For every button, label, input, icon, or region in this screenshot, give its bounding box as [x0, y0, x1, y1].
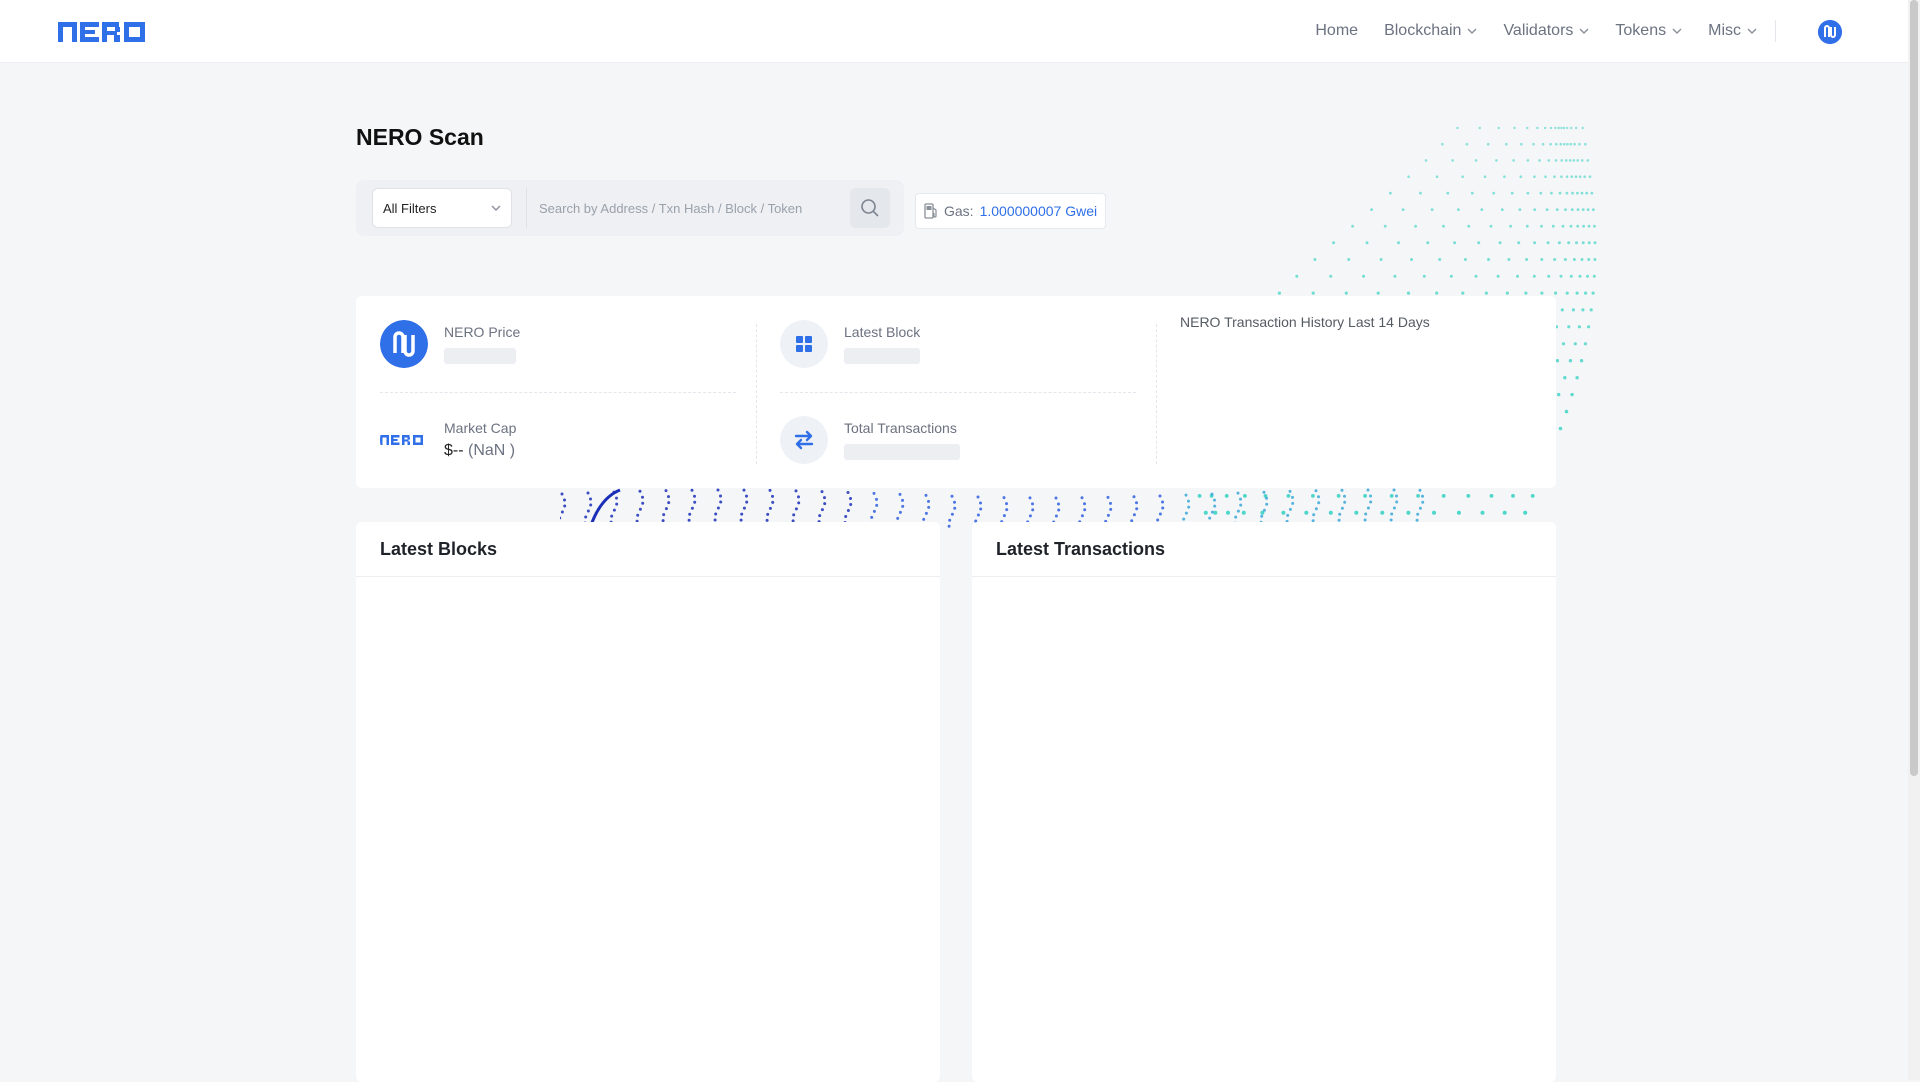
nero-logo-icon: [380, 320, 428, 368]
panel-title: Latest Blocks: [356, 522, 940, 577]
gas-label: Gas:: [944, 203, 974, 219]
divider: [1156, 324, 1157, 464]
nav-tokens[interactable]: Tokens: [1615, 22, 1682, 40]
stats-card: NERO Price Market Cap $-- (NaN ) Latest …: [356, 296, 1556, 488]
loading-skeleton: [844, 348, 920, 364]
top-navbar: Home Blockchain Validators Tokens Misc: [0, 0, 1908, 62]
chevron-down-icon: [1672, 28, 1682, 34]
loading-skeleton: [844, 444, 960, 460]
stat-label: Total Transactions: [844, 420, 957, 436]
nav-misc[interactable]: Misc: [1708, 22, 1757, 40]
market-cap-change: (NaN ): [468, 442, 516, 459]
stat-label: Latest Block: [844, 324, 921, 340]
nav-blockchain[interactable]: Blockchain: [1384, 22, 1477, 40]
transfer-arrows-icon: [780, 416, 828, 464]
nero-logo-icon[interactable]: [1818, 20, 1842, 44]
loading-skeleton: [444, 348, 516, 364]
filter-select[interactable]: All Filters: [372, 188, 512, 228]
search-button[interactable]: [850, 188, 890, 228]
page-scrollbar[interactable]: [1908, 0, 1920, 1080]
nav-validators-label: Validators: [1503, 22, 1574, 39]
nero-logo[interactable]: [58, 20, 160, 44]
latest-transactions-panel: Latest Transactions: [972, 522, 1556, 1082]
filter-select-value: All Filters: [383, 200, 437, 216]
chevron-down-icon: [1579, 28, 1589, 34]
chevron-down-icon: [491, 205, 501, 211]
stat-latest-block: Latest Block: [756, 296, 1106, 368]
stat-label: Market Cap: [444, 420, 517, 436]
scrollbar-thumb[interactable]: [1910, 0, 1918, 776]
latest-blocks-panel: Latest Blocks: [356, 522, 940, 1082]
main-nav: Home Blockchain Validators Tokens Misc: [1315, 0, 1776, 62]
transaction-history-chart-title: NERO Transaction History Last 14 Days: [1180, 314, 1430, 330]
nav-home-label: Home: [1315, 22, 1359, 39]
panel-title: Latest Transactions: [972, 522, 1556, 577]
nav-validators[interactable]: Validators: [1503, 22, 1589, 40]
nav-misc-label: Misc: [1708, 22, 1741, 39]
gas-pump-icon: [924, 203, 937, 219]
search-bar: All Filters: [356, 180, 904, 236]
nero-wordmark-icon: [380, 435, 423, 445]
nav-blockchain-label: Blockchain: [1384, 22, 1462, 39]
search-icon: [861, 199, 879, 217]
gas-price-badge: Gas: 1.000000007 Gwei: [915, 193, 1107, 229]
stat-value: $-- (NaN ): [444, 442, 515, 460]
stat-nero-price: NERO Price: [356, 296, 706, 368]
chevron-down-icon: [1467, 28, 1477, 34]
search-input[interactable]: [526, 188, 844, 228]
stat-total-transactions: Total Transactions: [756, 392, 1106, 464]
gas-value-link[interactable]: 1.000000007 Gwei: [980, 203, 1098, 219]
blocks-grid-icon: [780, 320, 828, 368]
stat-market-cap: Market Cap $-- (NaN ): [356, 392, 706, 462]
nav-divider: [1775, 20, 1776, 42]
nav-tokens-label: Tokens: [1615, 22, 1667, 39]
stat-label: NERO Price: [444, 324, 521, 340]
nav-home[interactable]: Home: [1315, 22, 1358, 40]
page-title: NERO Scan: [356, 124, 484, 150]
market-cap-value: $--: [444, 442, 464, 459]
chevron-down-icon: [1747, 28, 1757, 34]
